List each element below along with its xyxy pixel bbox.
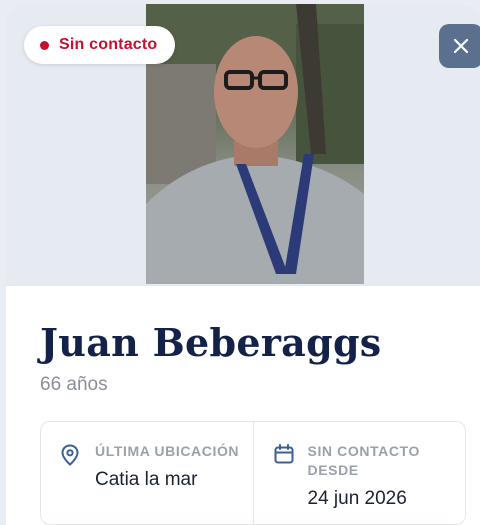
last-location-detail: ÚLTIMA UBICACIÓN Catia la mar xyxy=(41,422,253,524)
person-card: Sin contacto Juan Beberaggs 66 años ÚLTI… xyxy=(6,4,480,525)
calendar-icon xyxy=(274,444,293,464)
no-contact-since-detail: SIN CONTACTO DESDE 24 jun 2026 xyxy=(252,422,466,524)
person-age: 66 años xyxy=(40,374,108,395)
close-button[interactable] xyxy=(439,24,480,68)
status-badge: Sin contacto xyxy=(24,26,176,64)
status-label: Sin contacto xyxy=(59,36,158,53)
photo-banner: Sin contacto xyxy=(6,4,480,286)
no-contact-since-label: SIN CONTACTO DESDE xyxy=(307,443,420,478)
person-name: Juan Beberaggs xyxy=(40,320,382,365)
last-location-label: ÚLTIMA UBICACIÓN xyxy=(95,443,240,459)
last-location-value: Catia la mar xyxy=(95,469,198,490)
no-contact-since-value: 24 jun 2026 xyxy=(307,488,407,509)
close-icon xyxy=(453,38,469,54)
status-dot-icon xyxy=(40,40,49,50)
details-box: ÚLTIMA UBICACIÓN Catia la mar SIN CONTAC… xyxy=(40,421,466,525)
location-pin-icon xyxy=(61,444,79,466)
person-photo xyxy=(146,4,364,284)
